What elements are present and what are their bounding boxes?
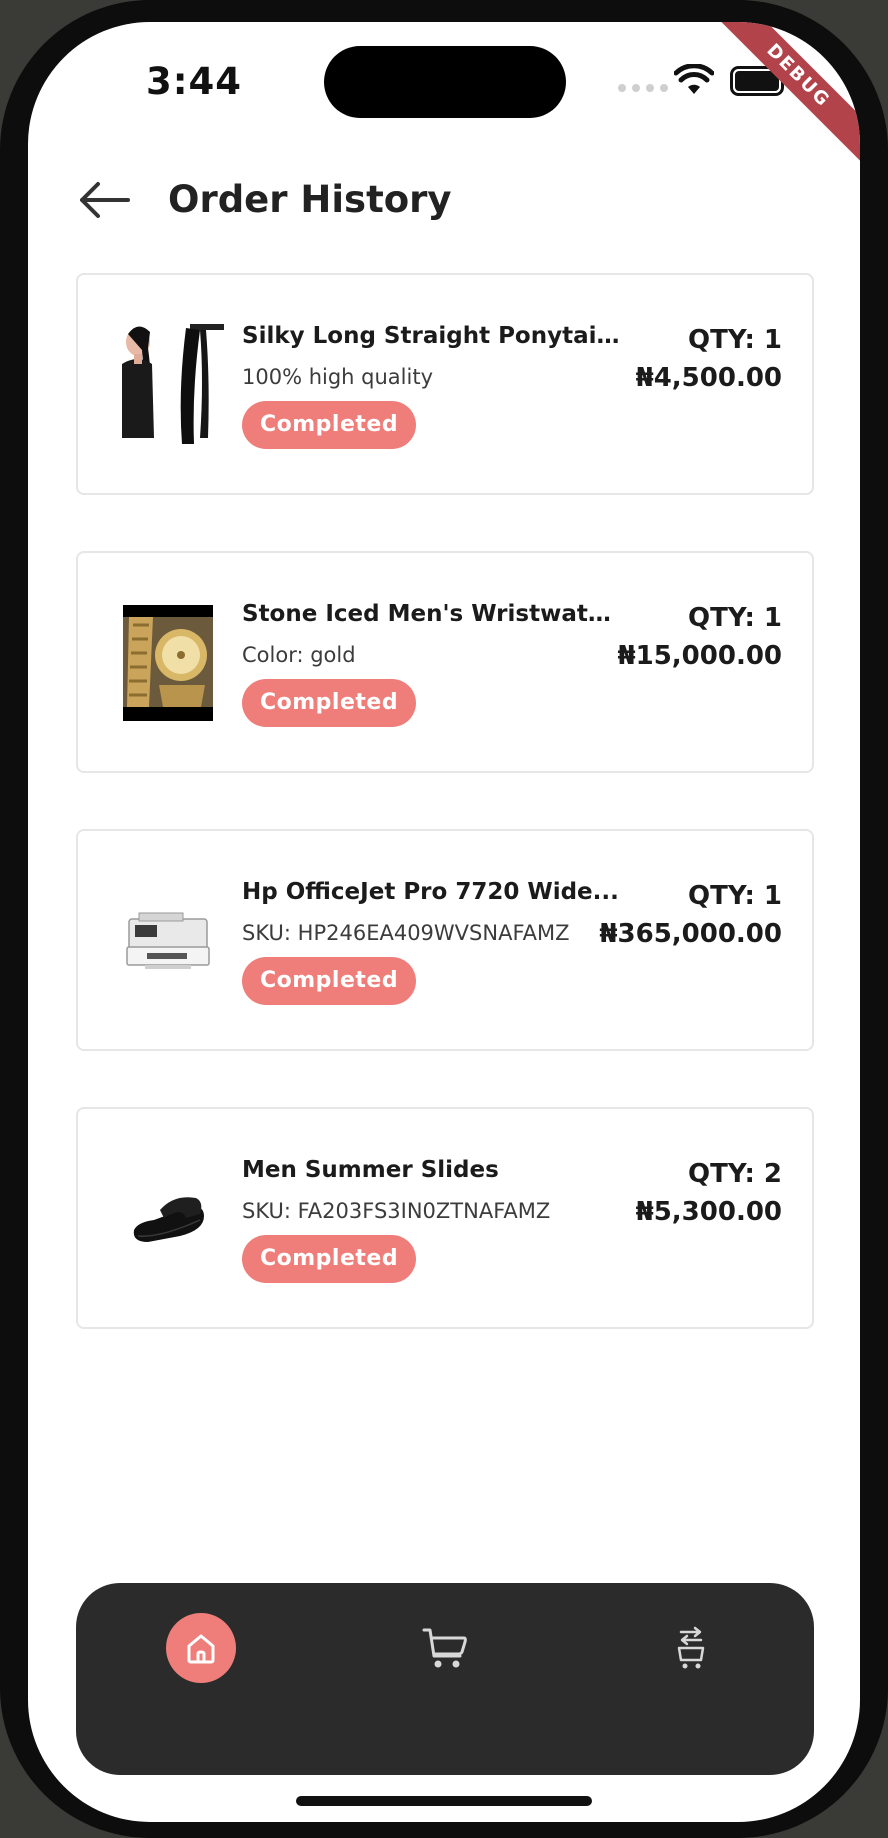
debug-banner: DEBUG <box>701 22 860 173</box>
home-indicator[interactable] <box>296 1796 592 1806</box>
product-name: Hp OfficeJet Pro 7720 Wide... <box>242 879 619 905</box>
order-price: ₦365,000.00 <box>599 919 782 949</box>
order-card[interactable]: Men Summer Slides SKU: FA203FS3IN0ZTNAFA… <box>76 1107 814 1329</box>
status-badge: Completed <box>242 1235 417 1283</box>
nav-cart-button[interactable] <box>410 1613 480 1683</box>
cellular-signal-icon <box>618 84 668 92</box>
product-image <box>108 871 228 1011</box>
status-badge: Completed <box>242 957 417 1005</box>
product-name: Stone Iced Men's Wristwatch... <box>242 601 622 627</box>
arrow-left-icon <box>80 182 130 218</box>
bottom-navigation <box>76 1583 814 1775</box>
status-time: 3:44 <box>146 60 243 103</box>
page-title: Order History <box>168 178 452 221</box>
app-screen: 3:44 DEBUG Order History Silky Long Stra… <box>28 22 860 1822</box>
product-image <box>108 1149 228 1289</box>
wifi-icon <box>674 64 714 94</box>
product-name: Silky Long Straight Ponytail ... <box>242 323 622 349</box>
order-price: ₦15,000.00 <box>617 641 782 671</box>
gold-wristwatch-image <box>123 605 213 721</box>
product-image <box>108 593 228 733</box>
printer-image <box>126 912 210 969</box>
order-quantity: QTY: 2 <box>688 1159 782 1189</box>
ponytail-hair-image <box>122 324 224 444</box>
product-name: Men Summer Slides <box>242 1157 499 1183</box>
dynamic-island <box>324 46 566 118</box>
back-button[interactable] <box>74 170 134 230</box>
cart-transfer-icon <box>677 1626 705 1669</box>
product-variant: Color: gold <box>242 643 356 667</box>
order-card[interactable]: Silky Long Straight Ponytail ... 100% hi… <box>76 273 814 495</box>
status-badge: Completed <box>242 679 417 727</box>
phone-frame: 3:44 DEBUG Order History Silky Long Stra… <box>0 0 888 1838</box>
product-variant: 100% high quality <box>242 365 434 389</box>
nav-home-button[interactable] <box>166 1613 236 1683</box>
product-image <box>108 315 228 455</box>
order-price: ₦5,300.00 <box>635 1197 782 1227</box>
slides-image <box>133 1197 204 1242</box>
home-icon <box>187 1634 215 1664</box>
product-variant: SKU: FA203FS3IN0ZTNAFAMZ <box>242 1199 551 1223</box>
app-header: Order History <box>28 152 860 252</box>
order-quantity: QTY: 1 <box>688 881 782 911</box>
status-badge: Completed <box>242 401 417 449</box>
cart-icon <box>422 1628 467 1668</box>
order-quantity: QTY: 1 <box>688 603 782 633</box>
product-variant: SKU: HP246EA409WVSNAFAMZ <box>242 921 570 945</box>
order-price: ₦4,500.00 <box>635 363 782 393</box>
order-card[interactable]: Stone Iced Men's Wristwatch... Color: go… <box>76 551 814 773</box>
order-quantity: QTY: 1 <box>688 325 782 355</box>
order-list: Silky Long Straight Ponytail ... 100% hi… <box>76 273 814 1385</box>
order-card[interactable]: Hp OfficeJet Pro 7720 Wide... SKU: HP246… <box>76 829 814 1051</box>
nav-orders-button[interactable] <box>656 1613 726 1683</box>
status-bar: 3:44 DEBUG <box>28 22 860 173</box>
